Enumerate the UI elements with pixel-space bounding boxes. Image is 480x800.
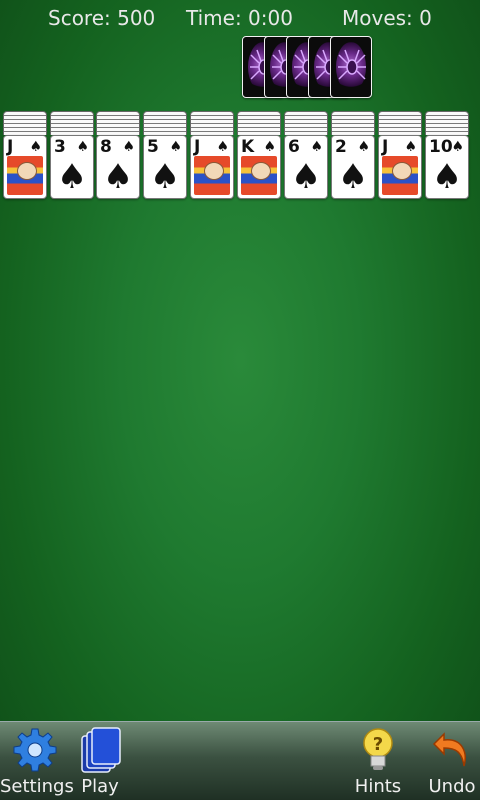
- hints-button[interactable]: ? Hints: [350, 726, 406, 798]
- spade-icon: ♠: [216, 139, 229, 155]
- spade-icon: ♠: [29, 139, 42, 155]
- spade-icon: ♠: [102, 157, 134, 197]
- time-label: Time: 0:00: [186, 6, 293, 30]
- card-rank: 3: [54, 137, 66, 157]
- svg-text:?: ?: [373, 734, 383, 755]
- tableau-column[interactable]: K ♠: [237, 111, 281, 199]
- spade-icon: ♠: [290, 157, 322, 197]
- card-rank: J: [7, 137, 14, 157]
- settings-label: Settings: [0, 776, 74, 797]
- face-card-art: [7, 156, 43, 195]
- tableau-column[interactable]: 5 ♠ ♠: [143, 111, 187, 199]
- card-deck-icon: [81, 727, 121, 773]
- bottom-toolbar: Settings Play ? Hints Undo: [0, 721, 480, 800]
- card-rank: 2: [335, 137, 347, 157]
- face-down-stack: [96, 111, 140, 135]
- face-down-stack: [50, 111, 94, 135]
- face-down-stack: [425, 111, 469, 135]
- lightbulb-icon: ?: [363, 728, 393, 770]
- face-down-stack: [190, 111, 234, 135]
- play-button[interactable]: Play: [72, 726, 128, 798]
- spade-icon: ♠: [122, 139, 135, 155]
- face-down-stack: [331, 111, 375, 135]
- tableau-column[interactable]: J ♠: [3, 111, 47, 199]
- card-rank: J: [194, 137, 201, 157]
- face-down-stack: [143, 111, 187, 135]
- card-rank: 10: [429, 137, 453, 157]
- spade-icon: ♠: [56, 157, 88, 197]
- playing-card[interactable]: J ♠: [378, 135, 422, 199]
- spade-icon: ♠: [357, 139, 370, 155]
- undo-button[interactable]: Undo: [424, 726, 480, 798]
- card-rank: J: [382, 137, 389, 157]
- playing-card[interactable]: K ♠: [237, 135, 281, 199]
- playing-card[interactable]: 10 ♠ ♠: [425, 135, 469, 199]
- undo-arrow-icon: [432, 732, 466, 767]
- stock-card[interactable]: [330, 36, 372, 98]
- spade-icon: ♠: [431, 157, 463, 197]
- tableau-column[interactable]: 3 ♠ ♠: [50, 111, 94, 199]
- playing-card[interactable]: 5 ♠ ♠: [143, 135, 187, 199]
- tableau-column[interactable]: J ♠: [190, 111, 234, 199]
- face-down-stack: [284, 111, 328, 135]
- card-rank: 5: [147, 137, 159, 157]
- card-rank: 6: [288, 137, 300, 157]
- face-card-art: [241, 156, 277, 195]
- face-down-stack: [378, 111, 422, 135]
- moves-label: Moves: 0: [342, 6, 432, 30]
- tableau-column[interactable]: J ♠: [378, 111, 422, 199]
- spade-icon: ♠: [310, 139, 323, 155]
- spade-icon: ♠: [263, 139, 276, 155]
- card-rank: K: [241, 137, 255, 157]
- settings-button[interactable]: Settings: [0, 726, 74, 798]
- spade-icon: ♠: [451, 139, 464, 155]
- play-label: Play: [81, 776, 119, 797]
- tableau-column[interactable]: 10 ♠ ♠: [425, 111, 469, 199]
- playing-card[interactable]: 3 ♠ ♠: [50, 135, 94, 199]
- face-down-stack: [237, 111, 281, 135]
- hints-label: Hints: [354, 776, 402, 797]
- spade-icon: ♠: [149, 157, 181, 197]
- face-card-art: [382, 156, 418, 195]
- card-rank: 8: [100, 137, 112, 157]
- playing-card[interactable]: J ♠: [3, 135, 47, 199]
- spade-icon: ♠: [76, 139, 89, 155]
- gear-icon: [13, 728, 57, 772]
- undo-label: Undo: [428, 776, 476, 797]
- playing-card[interactable]: 6 ♠ ♠: [284, 135, 328, 199]
- playing-card[interactable]: J ♠: [190, 135, 234, 199]
- face-down-stack: [3, 111, 47, 135]
- score-label: Score: 500: [48, 6, 156, 30]
- playing-card[interactable]: 2 ♠ ♠: [331, 135, 375, 199]
- face-card-art: [194, 156, 230, 195]
- tableau-column[interactable]: 6 ♠ ♠: [284, 111, 328, 199]
- tableau-column[interactable]: 8 ♠ ♠: [96, 111, 140, 199]
- spade-icon: ♠: [169, 139, 182, 155]
- playing-card[interactable]: 8 ♠ ♠: [96, 135, 140, 199]
- spade-icon: ♠: [337, 157, 369, 197]
- tableau-column[interactable]: 2 ♠ ♠: [331, 111, 375, 199]
- spade-icon: ♠: [404, 139, 417, 155]
